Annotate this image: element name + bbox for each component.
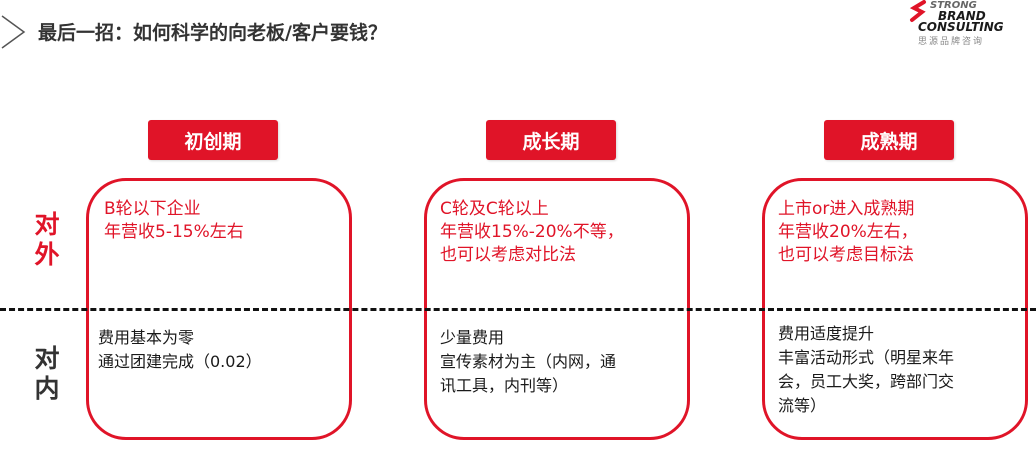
logo-line-3: CONSULTING [918,20,1004,34]
corner-arrow-icon [1,15,26,49]
text-line: 年营收20%左右， [778,222,918,242]
text-line: C轮及C轮以上 [440,199,549,219]
mature-external-text: 上市or进入成熟期 年营收20%左右， 也可以考虑目标法 [778,198,918,267]
text-line: 宣传素材为主（内网，通 [440,352,617,371]
text-line: 少量费用 [440,328,505,347]
text-line: 年营收5-15%左右 [104,222,244,242]
row-label-internal: 对内 [34,344,60,403]
text-line: 通过团建完成（0.02） [98,352,262,371]
growth-internal-text: 少量费用 宣传素材为主（内网，通 讯工具，内刊等） [440,326,616,398]
text-line: 流等） [778,396,827,415]
startup-internal-text: 费用基本为零 通过团建完成（0.02） [98,326,262,374]
text-line: 会，员工大奖，跨部门交 [778,372,955,391]
startup-external-text: B轮以下企业 年营收5-15%左右 [104,198,244,244]
text-line: 也可以考虑目标法 [778,245,914,265]
section-divider [0,308,1036,311]
text-line: 费用适度提升 [778,324,875,343]
text-line: 上市or进入成熟期 [778,199,915,219]
page-title: 最后一招：如何科学的向老板/客户要钱？ [38,22,387,44]
phase-label-growth: 成长期 [486,120,616,160]
phase-label-mature: 成熟期 [824,120,954,160]
mature-internal-text: 费用适度提升 丰富活动形式（明星来年 会，员工大奖，跨部门交 流等） [778,322,954,418]
brand-logo: STRONG BRAND CONSULTING 思源品牌咨询 [904,0,1032,47]
row-label-external: 对外 [34,210,60,269]
logo-subtitle: 思源品牌咨询 [918,37,985,47]
phase-label-startup: 初创期 [148,120,278,160]
text-line: 费用基本为零 [98,328,195,347]
growth-external-text: C轮及C轮以上 年营收15%-20%不等， 也可以考虑对比法 [440,198,624,267]
text-line: B轮以下企业 [104,199,201,219]
text-line: 丰富活动形式（明星来年 [778,348,955,367]
text-line: 讯工具，内刊等） [440,376,569,395]
text-line: 也可以考虑对比法 [440,245,576,265]
text-line: 年营收15%-20%不等， [440,222,624,242]
